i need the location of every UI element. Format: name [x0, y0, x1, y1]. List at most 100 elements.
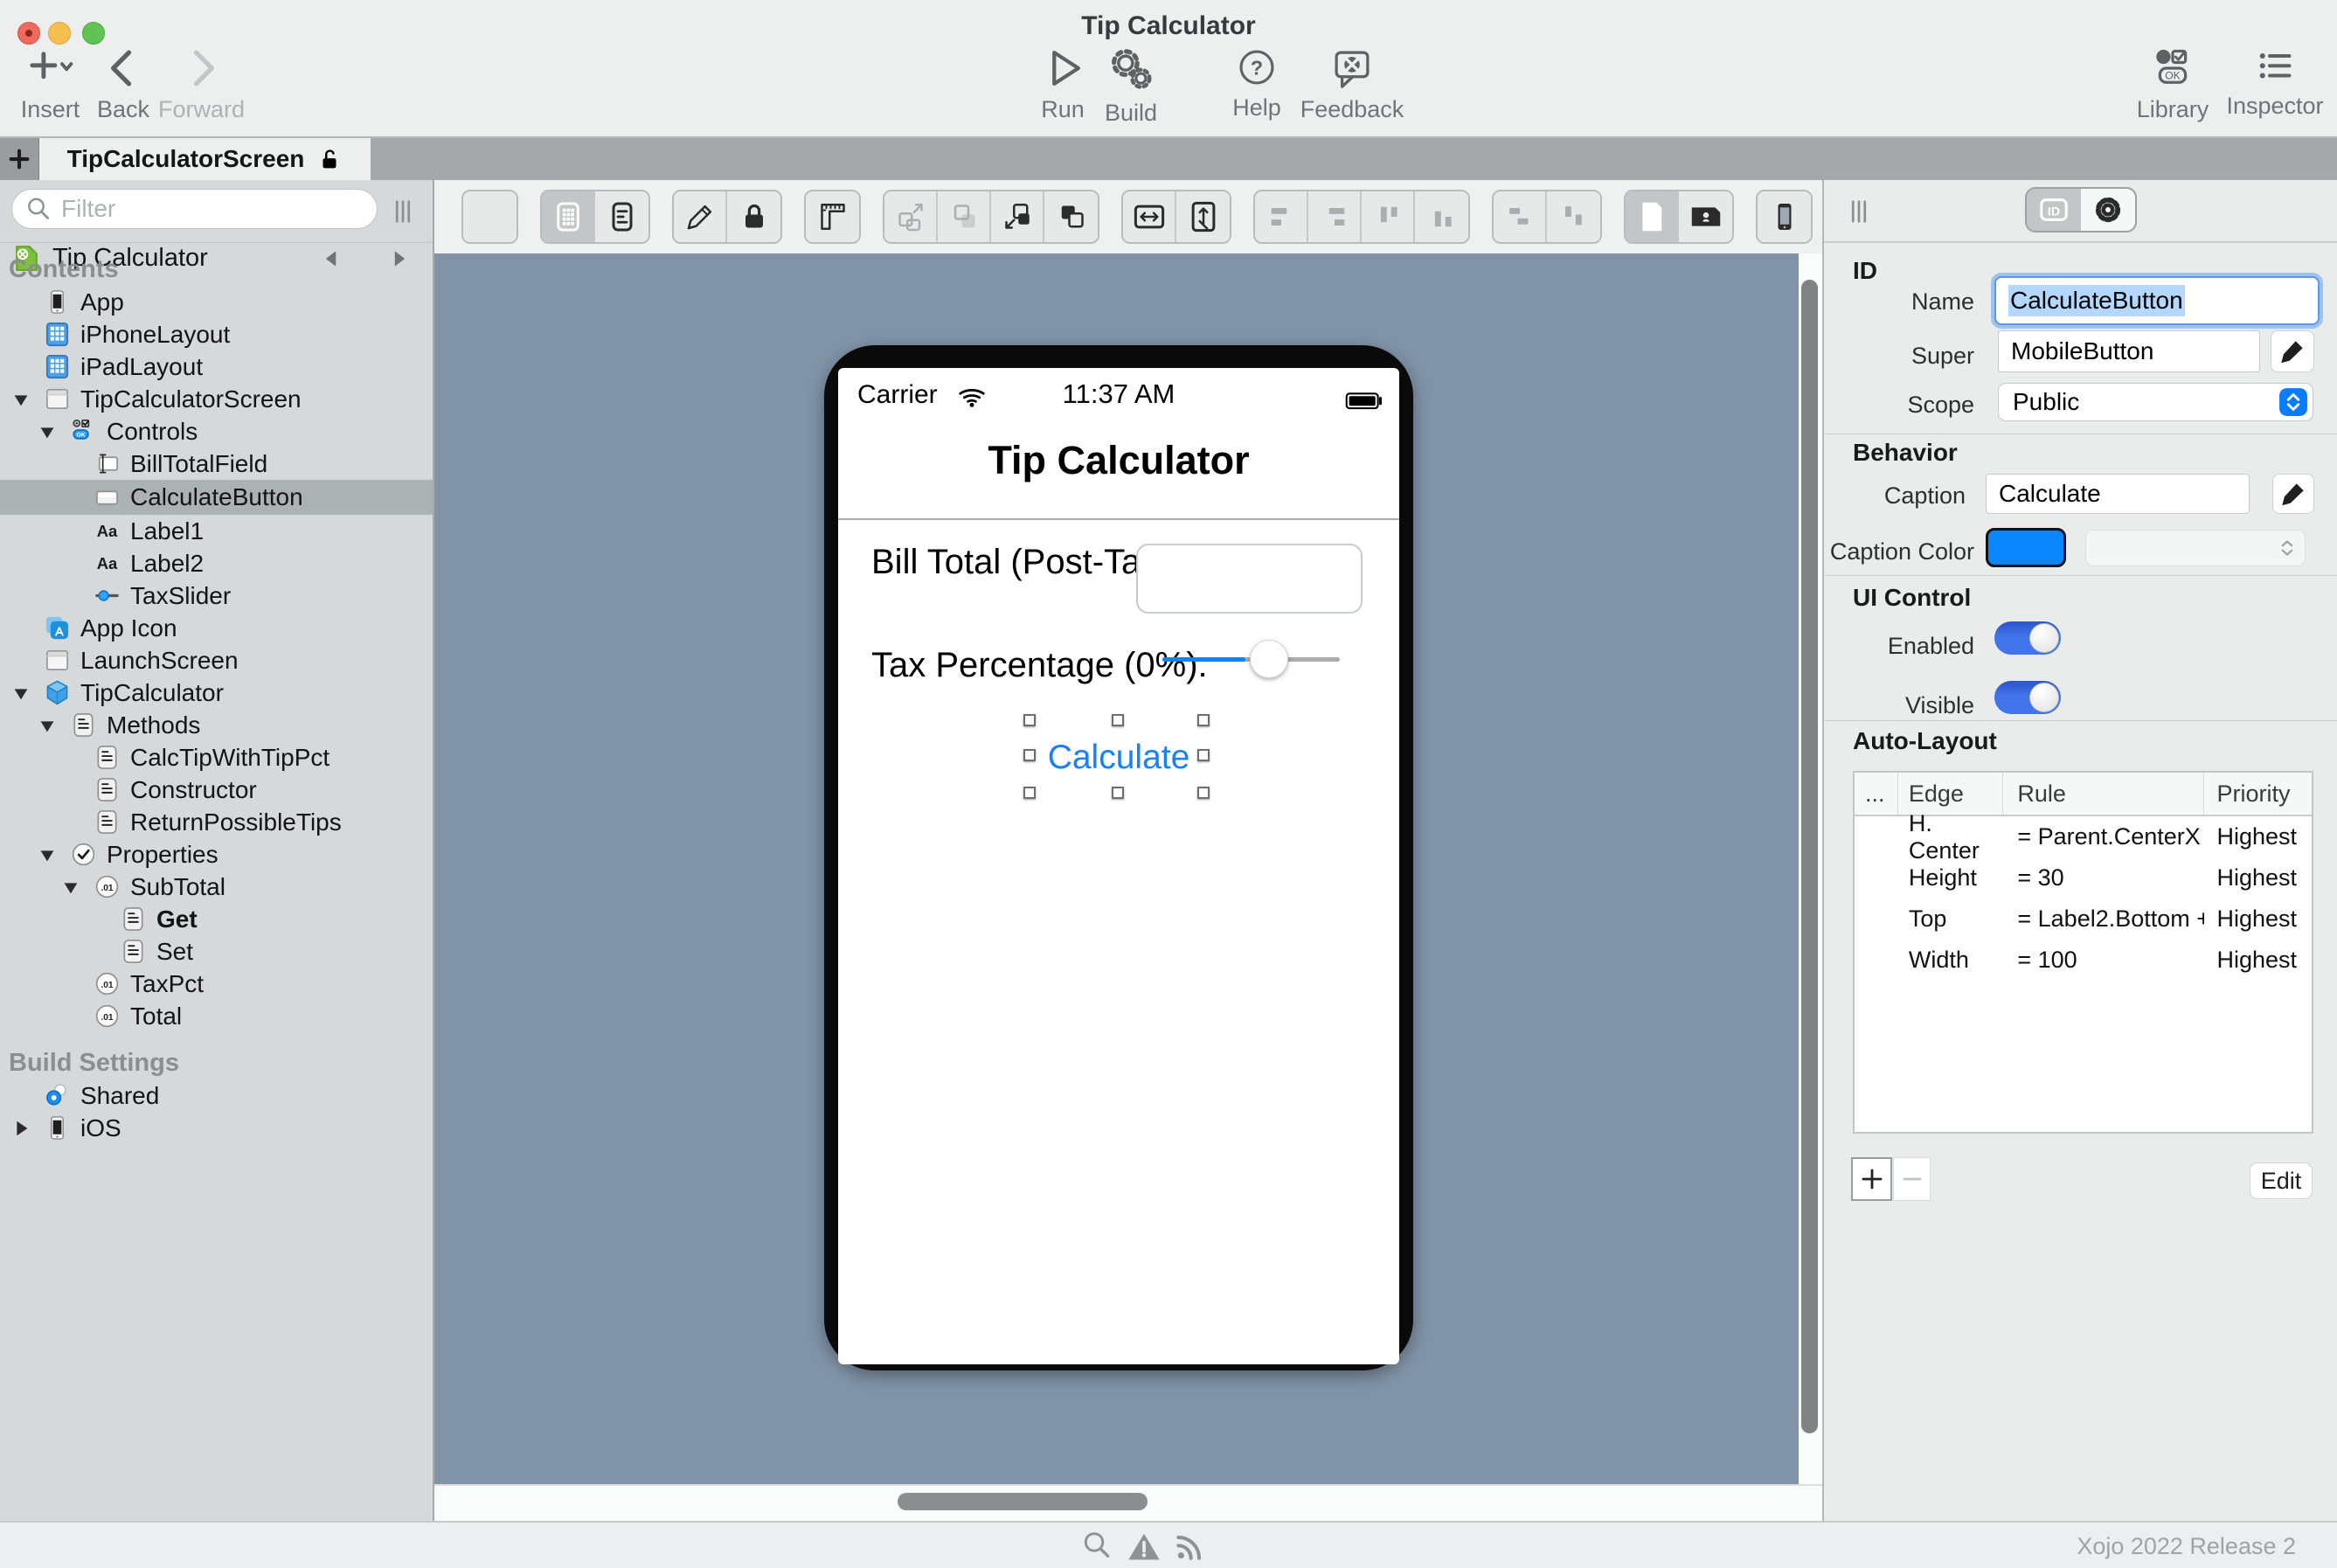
- enabled-toggle[interactable]: [1994, 621, 2061, 655]
- visible-toggle[interactable]: [1994, 681, 2061, 714]
- sidebar-item-taxslider[interactable]: TaxSlider: [0, 579, 433, 612]
- run-button[interactable]: Run: [1041, 45, 1085, 123]
- id-mode-segment[interactable]: ID: [2027, 189, 2081, 231]
- bill-total-field[interactable]: [1136, 544, 1363, 614]
- selection-handle[interactable]: [1197, 749, 1210, 761]
- move-to-front-button[interactable]: [1044, 191, 1098, 242]
- align-top-button[interactable]: [1362, 191, 1415, 242]
- edit-constraints-button[interactable]: Edit: [2250, 1162, 2313, 1199]
- remove-constraint-button[interactable]: [1893, 1157, 1931, 1201]
- warning-icon[interactable]: [1126, 1529, 1162, 1565]
- align-left-button[interactable]: [1255, 191, 1308, 242]
- tax-percentage-label[interactable]: Tax Percentage (0%):: [871, 646, 1208, 685]
- sidebar-item-ios[interactable]: iOS: [0, 1112, 433, 1144]
- sidebar-item-iphonelayout[interactable]: iPhoneLayout: [0, 318, 433, 350]
- sidebar-item-billtotalfield[interactable]: BillTotalField: [0, 448, 433, 480]
- feed-icon[interactable]: [1173, 1529, 1208, 1564]
- bill-total-label[interactable]: Bill Total (Post-Tax):: [871, 543, 1180, 582]
- disclosure-right-icon[interactable]: [10, 1118, 31, 1139]
- constraint-row[interactable]: Top = Label2.Bottom +... Highest: [1855, 898, 2312, 940]
- add-tab-button[interactable]: [0, 138, 39, 180]
- unlock-icon[interactable]: [316, 146, 343, 172]
- add-control-button[interactable]: [463, 191, 517, 242]
- sidebar-item-app[interactable]: App: [0, 286, 433, 318]
- disclosure-down-icon[interactable]: [10, 683, 31, 704]
- auto-layout-column-header[interactable]: Rule: [2003, 773, 2205, 815]
- space-horizontal-button[interactable]: [1494, 191, 1547, 242]
- auto-layout-table[interactable]: ... Edge Rule Priority H. Center = Parent.Ce…: [1853, 771, 2313, 1134]
- sidebar-item-methods[interactable]: Methods: [0, 709, 433, 741]
- selection-handle[interactable]: [1023, 787, 1036, 799]
- calculate-button-control[interactable]: Calculate: [838, 739, 1399, 777]
- vertical-scrollbar[interactable]: [1799, 253, 1822, 1484]
- design-canvas[interactable]: Carrier 11:37 AM Tip Calculator Bill Tot…: [434, 253, 1822, 1484]
- sidebar-item-returnpossibletips[interactable]: ReturnPossibleTips: [0, 806, 433, 838]
- ruler-button[interactable]: [806, 191, 859, 242]
- orientation-landscape-button[interactable]: [1679, 191, 1732, 242]
- disclosure-down-icon[interactable]: [37, 715, 58, 736]
- columns-handle-icon[interactable]: [387, 196, 419, 227]
- sidebar-item-constructor[interactable]: Constructor: [0, 774, 433, 806]
- space-vertical-button[interactable]: [1547, 191, 1600, 242]
- selection-handle[interactable]: [1112, 714, 1124, 726]
- align-right-button[interactable]: [1308, 191, 1362, 242]
- disclosure-down-icon[interactable]: [10, 389, 31, 410]
- auto-layout-column-header[interactable]: Edge: [1898, 773, 2004, 815]
- equal-height-button[interactable]: [1176, 191, 1230, 242]
- inspector-button[interactable]: Inspector: [2226, 45, 2324, 120]
- caption-edit-button[interactable]: [2272, 474, 2314, 514]
- selection-handle[interactable]: [1197, 714, 1210, 726]
- move-forward-button[interactable]: [991, 191, 1044, 242]
- sidebar-item-properties[interactable]: Properties: [0, 838, 433, 871]
- sidebar-item-taxpct[interactable]: .01 TaxPct: [0, 968, 433, 1000]
- build-button[interactable]: Build: [1105, 45, 1157, 127]
- move-to-back-button[interactable]: [884, 191, 938, 242]
- sidebar-item-tipcalculator[interactable]: TipCalculator: [0, 676, 433, 709]
- selection-handle[interactable]: [1023, 749, 1036, 761]
- tax-slider[interactable]: [1162, 640, 1340, 678]
- caption-color-swatch[interactable]: [1986, 528, 2066, 567]
- align-bottom-button[interactable]: [1415, 191, 1468, 242]
- lock-button[interactable]: [727, 191, 780, 242]
- horizontal-scrollbar-thumb[interactable]: [898, 1493, 1148, 1510]
- sidebar-item-ipadlayout[interactable]: iPadLayout: [0, 350, 433, 383]
- constraint-row[interactable]: Height = 30 Highest: [1855, 857, 2312, 898]
- sidebar-item-shared[interactable]: Shared: [0, 1079, 433, 1112]
- sidebar-item-label1[interactable]: Aa Label1: [0, 515, 433, 547]
- code-view-button[interactable]: [595, 191, 648, 242]
- sidebar-item-subtotal[interactable]: .01 SubTotal: [0, 871, 433, 903]
- slider-thumb[interactable]: [1250, 640, 1288, 678]
- sidebar-item-calculatebutton[interactable]: CalculateButton: [0, 480, 433, 515]
- super-field[interactable]: MobileButton: [1998, 330, 2260, 372]
- name-field[interactable]: CalculateButton: [1994, 276, 2320, 325]
- pencil-button[interactable]: [674, 191, 727, 242]
- move-backward-button[interactable]: [938, 191, 991, 242]
- sidebar-item-label2[interactable]: Aa Label2: [0, 547, 433, 579]
- tab-tipcalculatorscreen[interactable]: TipCalculatorScreen: [39, 138, 371, 180]
- vertical-scrollbar-thumb[interactable]: [1801, 280, 1818, 1433]
- disclosure-down-icon[interactable]: [37, 844, 58, 865]
- search-icon[interactable]: [1080, 1529, 1113, 1562]
- disclosure-down-icon[interactable]: [60, 877, 81, 898]
- caption-field[interactable]: Calculate: [1986, 474, 2250, 514]
- selection-handle[interactable]: [1023, 714, 1036, 726]
- device-phone-button[interactable]: [1758, 191, 1811, 242]
- sidebar-item-calctipwithtippct[interactable]: CalcTipWithTipPct: [0, 741, 433, 774]
- sidebar-item-get[interactable]: Get: [0, 903, 433, 935]
- disclosure-down-icon[interactable]: [37, 421, 58, 442]
- auto-layout-column-header[interactable]: ...: [1855, 773, 1898, 815]
- columns-handle-icon[interactable]: [1843, 196, 1875, 227]
- sidebar-item-total[interactable]: .01 Total: [0, 1000, 433, 1032]
- filter-input[interactable]: Filter: [11, 189, 378, 229]
- sidebar-item-tipcalculatorscreen[interactable]: TipCalculatorScreen: [0, 383, 433, 415]
- help-button[interactable]: ? Help: [1232, 45, 1281, 121]
- sidebar-item-app-icon[interactable]: App Icon: [0, 612, 433, 644]
- auto-layout-column-header[interactable]: Priority: [2204, 773, 2312, 815]
- feedback-button[interactable]: Feedback: [1300, 45, 1404, 123]
- layout-view-button[interactable]: [542, 191, 595, 242]
- selection-handle[interactable]: [1197, 787, 1210, 799]
- scope-popup[interactable]: Public: [1998, 383, 2313, 421]
- sidebar-item-set[interactable]: Set: [0, 935, 433, 968]
- constraint-row[interactable]: H. Center = Parent.CenterX Highest: [1855, 810, 2312, 864]
- add-constraint-button[interactable]: [1851, 1157, 1892, 1201]
